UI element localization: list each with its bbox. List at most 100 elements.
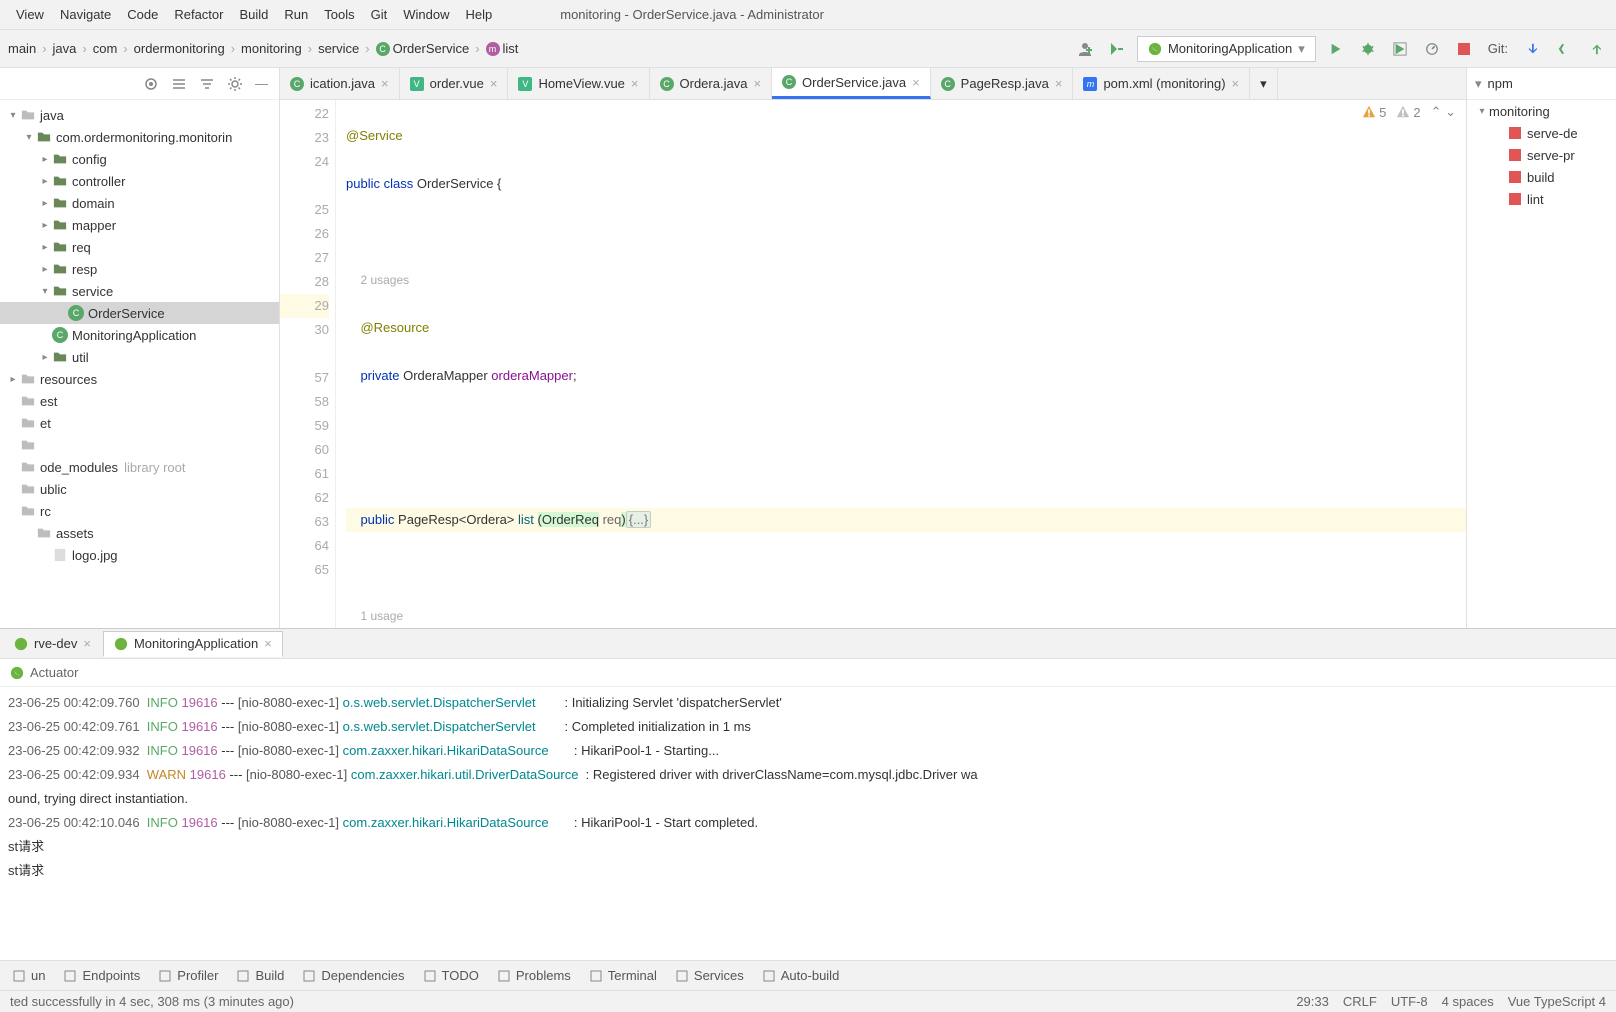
git-push-button[interactable] [1584, 37, 1608, 61]
crumb-main[interactable]: main [8, 41, 36, 56]
menu-code[interactable]: Code [119, 7, 166, 22]
line-number[interactable]: 27 [280, 246, 329, 270]
code-area[interactable]: @Service public class OrderService { 2 u… [336, 100, 1466, 628]
npm-item-monitoring[interactable]: ▾monitoring [1467, 100, 1616, 122]
tool-window-TODO[interactable]: TODO [423, 968, 479, 983]
menu-help[interactable]: Help [458, 7, 501, 22]
tab-OrderService.java[interactable]: COrderService.java× [772, 68, 931, 99]
tree-item-ode_modules[interactable]: ode_moduleslibrary root [0, 456, 279, 478]
expand-all-icon[interactable] [171, 76, 187, 92]
close-icon[interactable]: × [631, 76, 639, 91]
tree-item-OrderService[interactable]: COrderService [0, 302, 279, 324]
fold-marker[interactable]: {...} [626, 511, 652, 528]
line-number[interactable] [280, 174, 329, 198]
line-number[interactable]: 65 [280, 558, 329, 582]
npm-item-serve-pr[interactable]: serve-pr [1467, 144, 1616, 166]
debug-button[interactable] [1356, 37, 1380, 61]
line-number[interactable]: 60 [280, 438, 329, 462]
actuator-label[interactable]: Actuator [30, 665, 78, 680]
crumb-ordermonitoring[interactable]: ordermonitoring [134, 41, 225, 56]
menu-refactor[interactable]: Refactor [166, 7, 231, 22]
tool-window-Terminal[interactable]: Terminal [589, 968, 657, 983]
tool-window-Endpoints[interactable]: Endpoints [63, 968, 140, 983]
tree-item-config[interactable]: ▸config [0, 148, 279, 170]
tree-item-rc[interactable]: rc [0, 500, 279, 522]
chevron-icon[interactable]: ▸ [38, 176, 52, 187]
tree-item-service[interactable]: ▾service [0, 280, 279, 302]
menu-navigate[interactable]: Navigate [52, 7, 119, 22]
chevron-icon[interactable]: ▸ [38, 352, 52, 363]
npm-item-build[interactable]: build [1467, 166, 1616, 188]
tree-item-est[interactable]: est [0, 390, 279, 412]
close-icon[interactable]: × [381, 76, 389, 91]
collapse-all-icon[interactable] [199, 76, 215, 92]
run-tab-MonitoringApplication[interactable]: MonitoringApplication× [103, 631, 283, 657]
menu-run[interactable]: Run [276, 7, 316, 22]
crumb-service[interactable]: service [318, 41, 359, 56]
line-number[interactable]: 22 [280, 102, 329, 126]
indent-info[interactable]: 4 spaces [1442, 994, 1494, 1009]
tab-pom.xml (monitoring)[interactable]: mpom.xml (monitoring)× [1073, 68, 1250, 99]
tree-item-req[interactable]: ▸req [0, 236, 279, 258]
profile-button[interactable] [1420, 37, 1444, 61]
caret-position[interactable]: 29:33 [1296, 994, 1329, 1009]
line-number[interactable]: 62 [280, 486, 329, 510]
npm-scripts-tree[interactable]: ▾monitoringserve-deserve-prbuildlint [1467, 100, 1616, 210]
tool-window-Profiler[interactable]: Profiler [158, 968, 218, 983]
git-commit-button[interactable] [1552, 37, 1576, 61]
tool-window-Dependencies[interactable]: Dependencies [302, 968, 404, 983]
line-number[interactable]: 63 [280, 510, 329, 534]
crumb-com[interactable]: com [93, 41, 118, 56]
tree-item-logo.jpg[interactable]: logo.jpg [0, 544, 279, 566]
run-config-dropdown[interactable]: MonitoringApplication ▾ [1137, 36, 1316, 62]
tree-item-domain[interactable]: ▸domain [0, 192, 279, 214]
chevron-icon[interactable]: ▸ [38, 198, 52, 209]
crumb-orderservice[interactable]: COrderService [376, 41, 470, 56]
chevron-icon[interactable]: ▸ [38, 220, 52, 231]
chevron-icon[interactable]: ▾ [6, 110, 20, 121]
editor[interactable]: 5 2 ⌃ ⌄ 22232425262728293057585960616263… [280, 100, 1466, 628]
line-number[interactable]: 25 [280, 198, 329, 222]
line-number[interactable]: 59 [280, 414, 329, 438]
select-opened-file-icon[interactable] [143, 76, 159, 92]
chevron-icon[interactable]: ▾ [22, 132, 36, 143]
coverage-button[interactable] [1388, 37, 1412, 61]
line-number[interactable]: 26 [280, 222, 329, 246]
close-icon[interactable]: × [1055, 76, 1063, 91]
chevron-down-icon[interactable]: ▾ [1475, 76, 1482, 92]
tab-PageResp.java[interactable]: CPageResp.java× [931, 68, 1074, 99]
run-tab-rve-dev[interactable]: rve-dev× [4, 631, 101, 657]
close-icon[interactable]: × [83, 636, 91, 651]
tabs-dropdown[interactable]: ▾ [1250, 68, 1278, 99]
line-separator[interactable]: CRLF [1343, 994, 1377, 1009]
line-number[interactable]: 23 [280, 126, 329, 150]
chevron-icon[interactable]: ▸ [6, 374, 20, 385]
build-button[interactable] [1105, 37, 1129, 61]
tab-ication.java[interactable]: Cication.java× [280, 68, 400, 99]
tab-Ordera.java[interactable]: COrdera.java× [650, 68, 773, 99]
close-icon[interactable]: × [912, 75, 920, 90]
typescript-version[interactable]: Vue TypeScript 4 [1508, 994, 1606, 1009]
tree-item-blank[interactable] [0, 434, 279, 456]
menu-git[interactable]: Git [363, 7, 396, 22]
tree-item-util[interactable]: ▸util [0, 346, 279, 368]
tree-item-et[interactable]: et [0, 412, 279, 434]
line-number[interactable]: 24 [280, 150, 329, 174]
crumb-list[interactable]: mlist [486, 41, 519, 56]
menu-tools[interactable]: Tools [316, 7, 362, 22]
line-number[interactable]: 28 [280, 270, 329, 294]
file-encoding[interactable]: UTF-8 [1391, 994, 1428, 1009]
tree-item-mapper[interactable]: ▸mapper [0, 214, 279, 236]
gutter[interactable]: 222324252627282930575859606162636465 [280, 100, 336, 628]
line-number[interactable]: 61 [280, 462, 329, 486]
crumb-monitoring[interactable]: monitoring [241, 41, 302, 56]
chevron-icon[interactable]: ▸ [38, 242, 52, 253]
git-pull-button[interactable] [1520, 37, 1544, 61]
line-number[interactable]: 58 [280, 390, 329, 414]
npm-item-lint[interactable]: lint [1467, 188, 1616, 210]
tree-item-com.ordermonitoring.monitorin[interactable]: ▾com.ordermonitoring.monitorin [0, 126, 279, 148]
line-number[interactable]: 30 [280, 318, 329, 342]
crumb-java[interactable]: java [53, 41, 77, 56]
line-number[interactable]: 57 [280, 366, 329, 390]
chevron-icon[interactable]: ▸ [38, 154, 52, 165]
